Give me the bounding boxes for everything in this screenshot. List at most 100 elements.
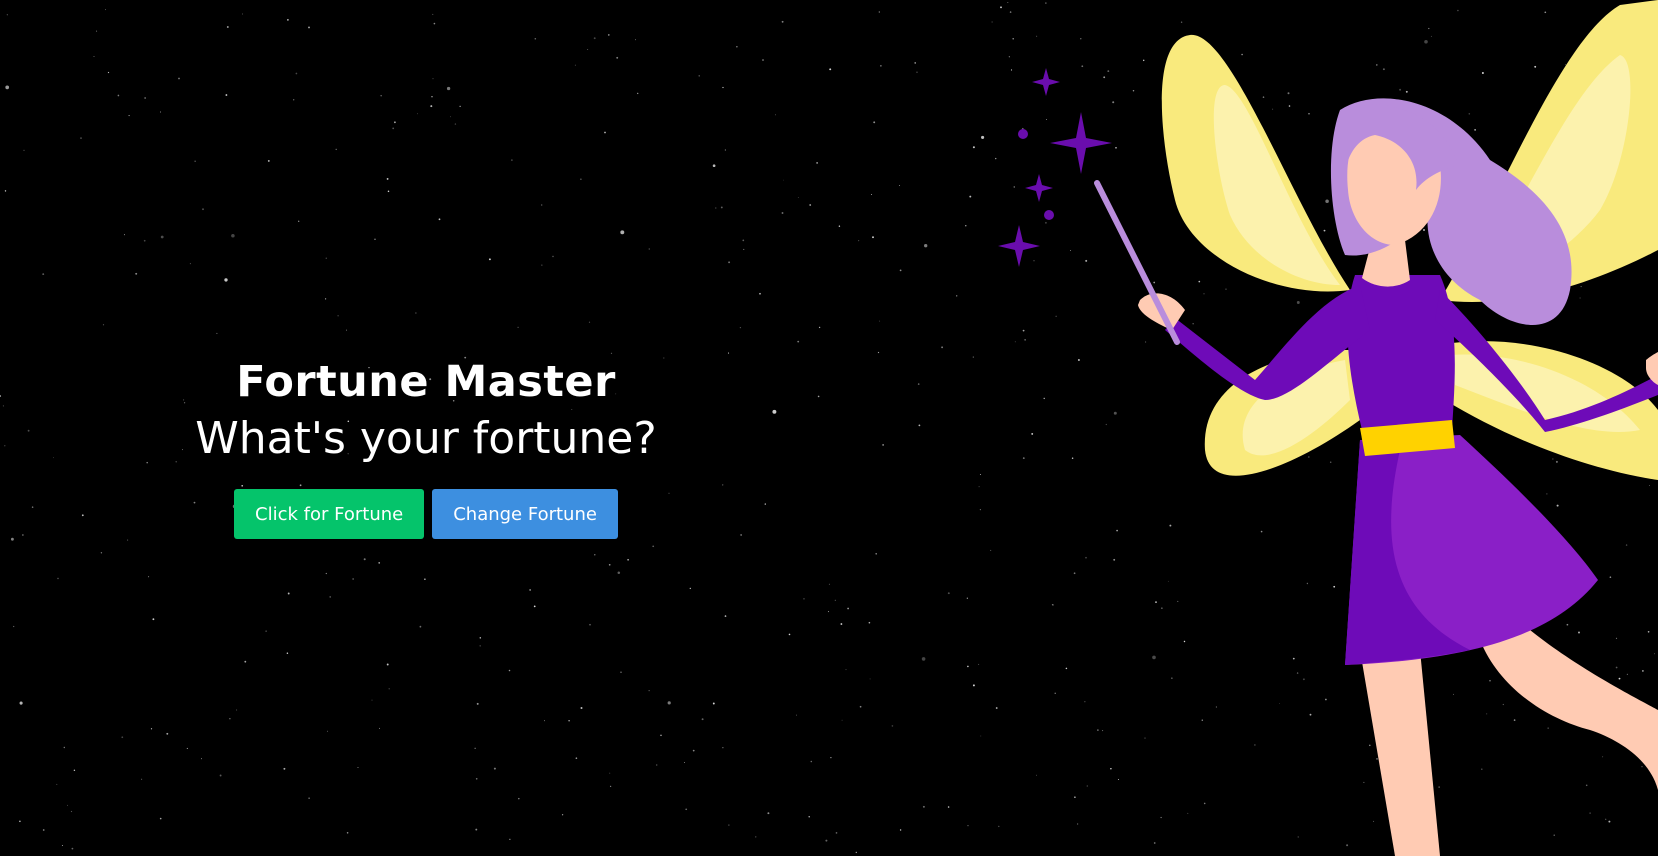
star <box>308 26 310 29</box>
star <box>859 705 862 708</box>
star <box>808 816 810 818</box>
star <box>432 13 434 15</box>
star <box>386 663 389 666</box>
star <box>825 839 828 842</box>
star <box>236 709 238 711</box>
star <box>871 194 873 195</box>
star <box>363 558 366 561</box>
star <box>715 207 717 209</box>
star <box>224 278 228 282</box>
star <box>924 244 928 248</box>
star <box>755 836 757 838</box>
star <box>23 149 25 151</box>
star <box>855 851 857 854</box>
click-for-fortune-button[interactable]: Click for Fortune <box>234 489 425 540</box>
star <box>511 159 513 161</box>
star <box>541 264 543 266</box>
star <box>575 757 578 760</box>
star <box>727 352 730 354</box>
star <box>419 625 422 628</box>
star <box>392 127 395 130</box>
star <box>102 324 105 326</box>
star <box>474 747 476 749</box>
star <box>972 684 975 687</box>
star <box>767 812 770 815</box>
star <box>587 48 589 50</box>
star <box>979 474 981 475</box>
star <box>965 225 967 227</box>
star <box>593 37 596 40</box>
star <box>308 797 310 799</box>
star <box>981 135 985 139</box>
star <box>743 248 745 250</box>
star <box>797 340 800 343</box>
star <box>117 94 120 97</box>
star <box>148 576 150 578</box>
star <box>689 587 691 590</box>
star <box>56 783 58 785</box>
star <box>648 248 650 250</box>
star <box>42 829 45 831</box>
star <box>875 553 877 555</box>
star <box>22 534 24 536</box>
star <box>454 123 457 125</box>
star <box>828 583 830 585</box>
star <box>656 764 658 766</box>
star <box>796 714 797 716</box>
star <box>956 295 958 297</box>
hero-section: Fortune Master What's your fortune? Clic… <box>176 352 676 540</box>
star <box>552 255 554 258</box>
star <box>978 486 980 488</box>
star <box>588 321 591 323</box>
star <box>972 146 975 149</box>
star <box>415 312 417 314</box>
change-fortune-button[interactable]: Change Fortune <box>432 489 618 540</box>
star <box>810 760 813 763</box>
star <box>96 30 98 32</box>
star <box>388 688 390 690</box>
star <box>684 761 686 763</box>
star <box>722 86 724 89</box>
star <box>918 424 921 427</box>
star <box>568 720 570 722</box>
star <box>386 177 389 180</box>
star <box>345 329 348 331</box>
star <box>508 669 511 672</box>
star <box>529 589 531 591</box>
star <box>818 326 821 329</box>
star <box>722 747 724 749</box>
star <box>882 444 884 446</box>
star <box>13 625 15 628</box>
star <box>541 204 543 206</box>
star <box>335 148 337 151</box>
star <box>966 597 968 599</box>
star <box>194 160 196 162</box>
star <box>324 298 327 300</box>
star <box>967 824 969 827</box>
star <box>847 607 849 610</box>
star <box>57 577 59 580</box>
star <box>879 320 881 322</box>
star <box>685 808 688 811</box>
star <box>712 702 715 705</box>
star <box>488 258 491 261</box>
star <box>788 633 791 636</box>
star <box>31 506 34 508</box>
star <box>357 767 359 769</box>
star <box>534 38 537 40</box>
star <box>244 660 247 663</box>
star <box>53 457 55 459</box>
star <box>980 735 982 737</box>
star <box>352 578 354 580</box>
star <box>287 19 289 21</box>
fairy-dress <box>1345 435 1598 665</box>
star <box>4 190 7 192</box>
star <box>922 805 925 808</box>
star <box>740 534 742 536</box>
star <box>803 598 805 600</box>
star <box>972 356 974 358</box>
star <box>914 62 917 64</box>
star <box>692 749 695 752</box>
star <box>830 757 832 759</box>
star <box>283 767 286 770</box>
